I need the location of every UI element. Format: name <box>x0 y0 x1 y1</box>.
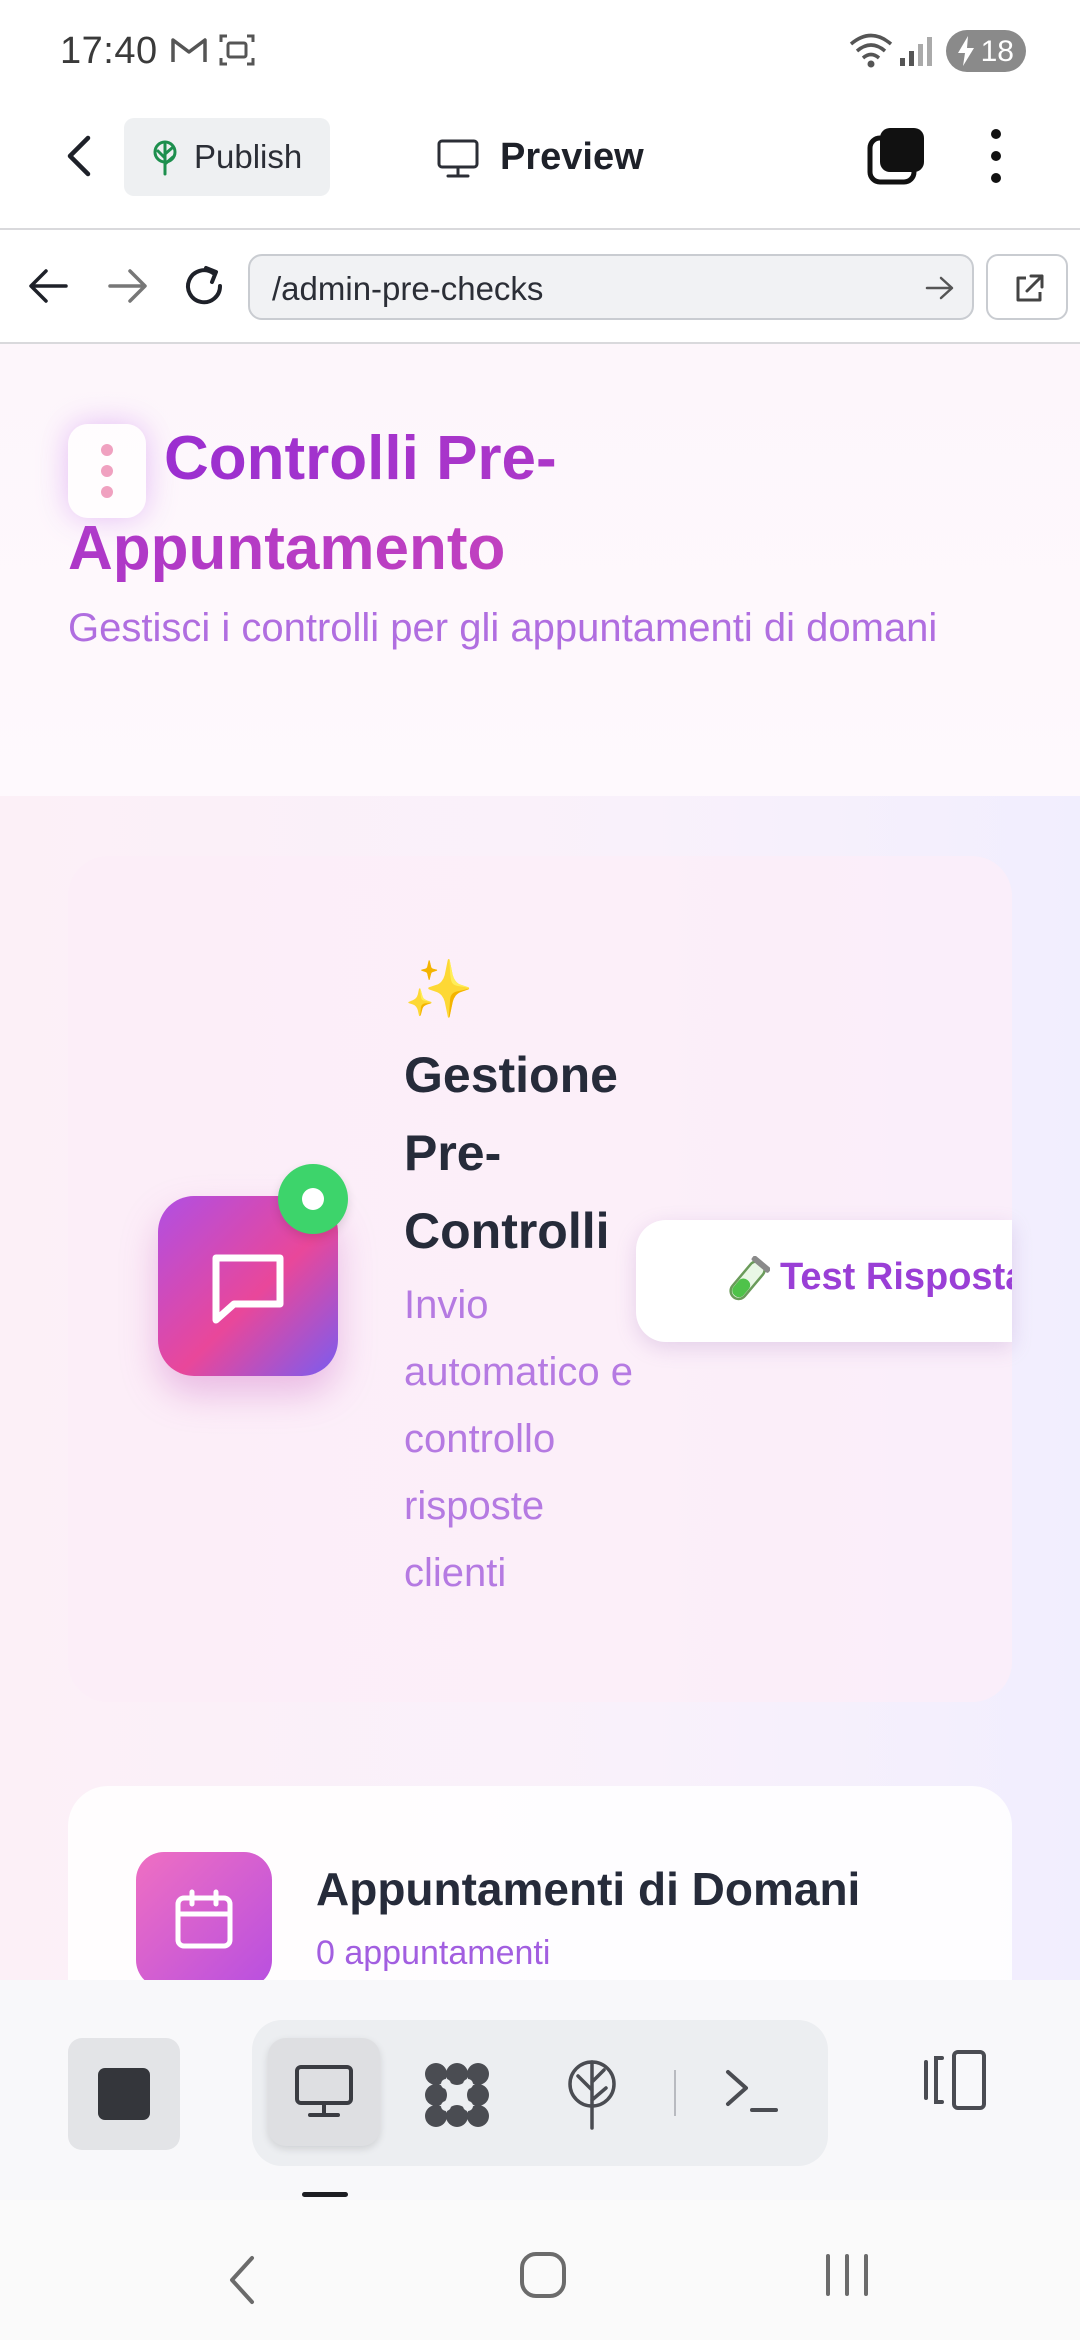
sparkle-icon: ✨ <box>404 957 474 1020</box>
forward-icon[interactable] <box>106 266 150 306</box>
signal-icon <box>900 37 932 66</box>
wifi-icon <box>849 33 893 68</box>
status-bar: 17:40 18 <box>0 0 1080 100</box>
publish-tree-icon <box>153 140 177 176</box>
battery-indicator: 18 <box>946 30 1026 72</box>
app-header: Publish Preview <box>0 100 1080 230</box>
system-home-icon[interactable] <box>518 2250 568 2300</box>
appointments-count: 0 appuntamenti <box>316 1934 551 1972</box>
system-navigation-bar <box>0 2200 1080 2340</box>
reload-icon[interactable] <box>180 262 228 310</box>
page-subtitle: Gestisci i controlli per gli appuntament… <box>68 606 938 650</box>
battery-level: 18 <box>980 35 1014 68</box>
menu-dots-button[interactable] <box>68 424 146 518</box>
url-text: /admin-pre-checks <box>272 270 544 307</box>
more-vertical-icon[interactable] <box>978 126 1014 186</box>
appointments-icon-tile <box>136 1852 272 1980</box>
test-tube-icon <box>729 1256 770 1301</box>
browser-url-bar: /admin-pre-checks <box>0 230 1080 344</box>
split-view-icon[interactable] <box>920 2048 990 2112</box>
terminal-icon[interactable] <box>724 2066 780 2116</box>
desktop-preview-icon <box>295 2065 353 2117</box>
hero-title: Gestione Pre-Controlli <box>404 1047 618 1259</box>
tabs-icon[interactable] <box>866 126 926 186</box>
page-body: ✨ Gestione Pre-Controlli Invio automatic… <box>0 796 1080 1980</box>
active-tab-indicator <box>302 2192 348 2197</box>
appointments-title: Appuntamenti di Domani <box>316 1863 861 1915</box>
hero-card: ✨ Gestione Pre-Controlli Invio automatic… <box>68 856 1012 1702</box>
bottom-toolbar <box>0 1980 1080 2200</box>
monitor-icon <box>437 139 479 178</box>
battery-charging-icon <box>958 36 974 66</box>
page-title: Controlli Pre-Appuntamento <box>68 414 968 594</box>
publish-label: Publish <box>194 138 303 175</box>
system-recents-icon[interactable] <box>822 2252 872 2298</box>
gmail-icon <box>171 38 207 62</box>
status-time: 17:40 <box>60 30 158 72</box>
online-status-dot <box>278 1164 348 1234</box>
calendar-icon <box>175 1889 233 1949</box>
stop-button[interactable] <box>68 2038 180 2150</box>
desktop-preview-button[interactable] <box>268 2038 380 2146</box>
url-input[interactable]: /admin-pre-checks <box>248 254 974 320</box>
chat-bubble-icon <box>212 1254 284 1324</box>
test-response-label: Test Risposta <box>780 1256 1012 1298</box>
stop-icon <box>98 2068 150 2120</box>
system-back-icon[interactable] <box>224 2254 260 2306</box>
open-external-button[interactable] <box>986 254 1068 320</box>
test-response-button[interactable]: Test Risposta <box>636 1220 1012 1342</box>
hero-subtitle: Invio automatico e controllo risposte cl… <box>404 1283 634 1595</box>
back-arrow-icon[interactable] <box>58 134 102 178</box>
page-header: Controlli Pre-Appuntamento Gestisci i co… <box>0 344 1080 796</box>
publish-button[interactable]: Publish <box>124 118 330 196</box>
plugins-icon[interactable] <box>422 2062 492 2128</box>
toolbar-divider <box>674 2070 676 2116</box>
open-external-icon <box>1016 274 1044 302</box>
appointments-card: Appuntamenti di Domani 0 appuntamenti <box>68 1786 1012 1980</box>
back-icon[interactable] <box>26 266 70 306</box>
preview-label: Preview <box>500 136 644 178</box>
mode-switcher <box>252 2020 828 2166</box>
preview-page: Controlli Pre-Appuntamento Gestisci i co… <box>0 344 1080 1980</box>
screenshot-icon <box>219 34 255 66</box>
deploy-icon[interactable] <box>564 2060 620 2130</box>
go-arrow-icon[interactable] <box>924 274 956 302</box>
